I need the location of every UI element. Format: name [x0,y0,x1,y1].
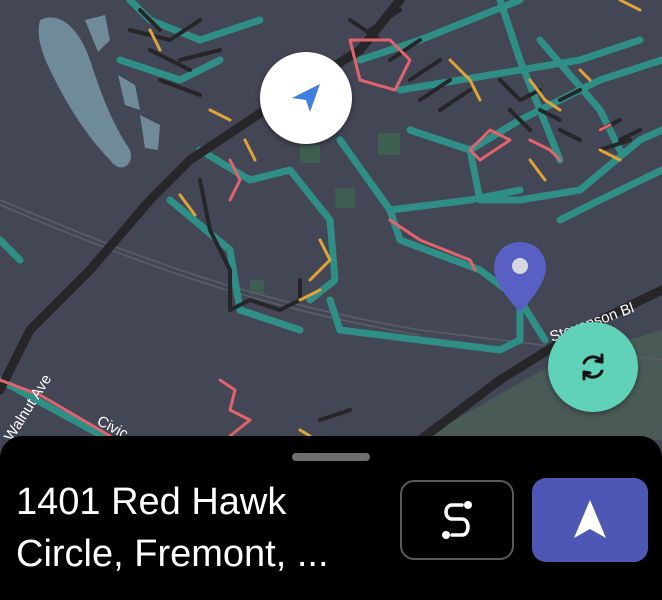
route-options-button[interactable] [400,480,514,560]
location-arrow-icon [292,84,320,112]
refresh-button[interactable] [548,322,638,412]
drag-handle[interactable] [292,453,370,461]
map-app: Walnut Ave Civic Stevenson Bl 1401 Red H… [0,0,662,600]
map-pin-icon[interactable] [490,238,550,318]
route-icon [442,501,472,539]
bottom-sheet: 1401 Red Hawk Circle, Fremont, ... [0,436,662,600]
refresh-icon [582,353,604,381]
address-line-2: Circle, Fremont, ... [16,533,329,575]
destination-address: 1401 Red Hawk Circle, Fremont, ... [16,476,386,580]
start-navigation-button[interactable] [532,478,648,562]
navigation-arrow-icon [574,500,606,538]
recenter-button[interactable] [260,52,352,144]
address-line-1: 1401 Red Hawk [16,481,287,523]
